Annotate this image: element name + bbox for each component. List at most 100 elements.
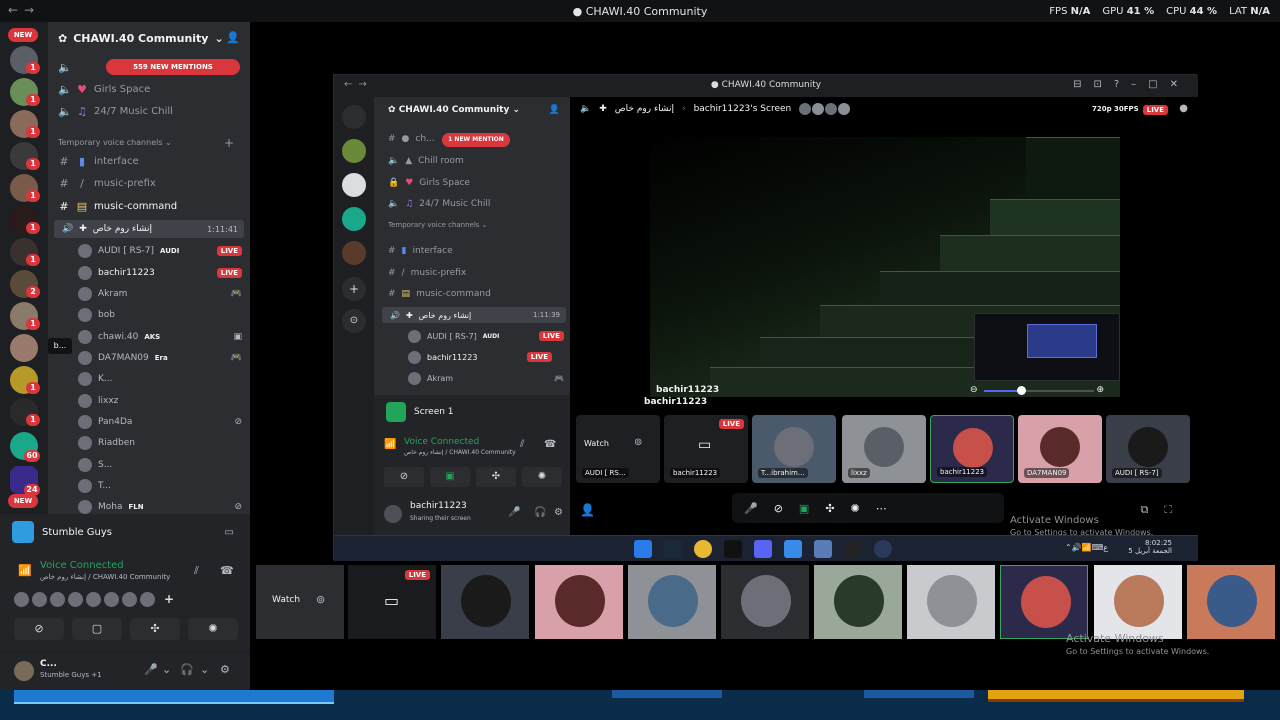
watch-label[interactable]: Watch bbox=[272, 595, 300, 605]
voice-member[interactable]: K... bbox=[78, 371, 242, 387]
voice-member[interactable]: Moha FLN ⊘ bbox=[78, 499, 242, 515]
microphone-icon[interactable]: 🎤 bbox=[144, 663, 158, 676]
screen-share-icon[interactable]: ▭ bbox=[225, 527, 234, 538]
noise-suppression-icon[interactable]: ⫽ bbox=[194, 564, 199, 578]
gear-icon[interactable]: ⚙ bbox=[220, 663, 230, 676]
gamepad-icon: 🎮 bbox=[230, 353, 242, 363]
voice-channel-girls-space[interactable]: 🔈 ♥ Girls Space bbox=[58, 80, 150, 98]
speaker-icon: 🔊 bbox=[390, 310, 400, 320]
voice-member[interactable]: Pan4Da ⊘ bbox=[78, 414, 242, 430]
voice-member[interactable]: bob bbox=[78, 307, 242, 323]
avatar[interactable] bbox=[14, 661, 34, 681]
voice-member[interactable]: lixxz bbox=[78, 393, 242, 409]
text-channel-music-prefix[interactable]: # / music-prefix bbox=[58, 174, 155, 192]
share-screen-button[interactable]: ▢ bbox=[72, 618, 122, 640]
channel-name: music-command bbox=[94, 200, 178, 212]
avatar bbox=[408, 329, 421, 343]
scroll-icon: ▤ bbox=[401, 289, 411, 299]
speaker-icon: 🔈 bbox=[388, 156, 400, 166]
soundboard-button[interactable]: ✺ bbox=[188, 618, 238, 640]
participant-tile[interactable] bbox=[535, 565, 623, 639]
avatar bbox=[78, 500, 92, 514]
avatar bbox=[32, 592, 47, 607]
participant-tile[interactable] bbox=[628, 565, 716, 639]
inner-channel: 🔒 ♥ Girls Space bbox=[388, 178, 470, 188]
badge: 1 bbox=[26, 382, 40, 394]
add-member-icon[interactable]: 👤 bbox=[226, 31, 240, 44]
popout-icon[interactable]: ⊚ bbox=[316, 593, 325, 606]
badge: 1 bbox=[26, 94, 40, 106]
voice-status[interactable]: Voice Connected bbox=[40, 560, 124, 571]
participant-tile[interactable] bbox=[441, 565, 529, 639]
chrome-icon bbox=[694, 540, 712, 558]
server-icon[interactable] bbox=[10, 334, 38, 362]
add-activity-icon[interactable]: + bbox=[164, 592, 174, 607]
inner-voice-controls: ⊘ ▣ ✣ ✺ bbox=[384, 467, 562, 487]
watch-tile[interactable]: Watch ⊚ bbox=[256, 565, 344, 639]
inner-channel: # ▮ interface bbox=[388, 246, 453, 256]
avatar bbox=[78, 308, 92, 322]
chat-icon: ● bbox=[1179, 103, 1188, 114]
server-header[interactable]: ✿ CHAWI.40 Community ⌄ 👤 bbox=[48, 22, 250, 54]
text-channel-interface[interactable]: # ▮ interface bbox=[58, 152, 138, 170]
discord-icon bbox=[754, 540, 772, 558]
participant-tile[interactable] bbox=[1094, 565, 1182, 639]
camera-off-button[interactable]: ⊘ bbox=[14, 618, 64, 640]
voice-channel[interactable]: 🔈 bbox=[58, 58, 72, 76]
zoom-fill bbox=[984, 390, 1020, 392]
stream-tile[interactable]: LIVE ▭ bbox=[348, 565, 436, 639]
zoom-slider: ⊖ ⊕ bbox=[970, 385, 1110, 397]
disconnect-icon[interactable]: ☎ bbox=[220, 564, 234, 577]
avatar bbox=[86, 592, 101, 607]
new-mentions-pill[interactable]: 559 NEW MENTIONS bbox=[106, 59, 240, 75]
member-tag: Era bbox=[154, 354, 168, 362]
activate-windows-watermark: Activate Windows Go to Settings to activa… bbox=[1066, 632, 1210, 656]
activity-card[interactable]: Stumble Guys ▭ bbox=[0, 514, 250, 550]
participant-tile[interactable] bbox=[814, 565, 902, 639]
voice-member[interactable]: Riadben bbox=[78, 435, 242, 451]
system-tray: ⌃🔊📶⌨ع bbox=[1065, 543, 1108, 552]
avatar bbox=[78, 436, 92, 450]
voice-member[interactable]: S... bbox=[78, 457, 242, 473]
inner-window-title: ● CHAWI.40 Community bbox=[710, 80, 822, 90]
gamepad-icon: 🎮 bbox=[554, 373, 564, 383]
participant-tile[interactable] bbox=[1187, 565, 1275, 639]
activities-button[interactable]: ✣ bbox=[130, 618, 180, 640]
hash-icon: # bbox=[388, 246, 396, 256]
stream-step bbox=[940, 235, 1120, 271]
muted-icon: ⊘ bbox=[234, 502, 242, 512]
avatar bbox=[408, 350, 421, 364]
new-pill: NEW bbox=[8, 494, 38, 508]
voice-member[interactable]: AUDI [ RS-7] AUDI LIVE bbox=[78, 243, 242, 259]
avatar bbox=[1207, 575, 1257, 627]
avatar bbox=[408, 371, 421, 385]
chevron-down-icon[interactable]: ⌄ bbox=[200, 663, 209, 676]
headphones-icon[interactable]: 🎧 bbox=[180, 663, 194, 676]
fps-stat: FPS N/A bbox=[1049, 6, 1091, 17]
text-channel-music-command[interactable]: # ▤ music-command bbox=[58, 197, 177, 215]
avatar bbox=[774, 427, 814, 467]
voice-member[interactable]: bachir11223 LIVE bbox=[78, 265, 242, 281]
active-voice-channel[interactable]: 🔊 ✚ إنشاء روم خاص 1:11:41 bbox=[54, 220, 244, 238]
voice-member[interactable]: chawi.40 AKS ▣ bbox=[78, 329, 242, 345]
inner-member: Akram 🎮 bbox=[408, 370, 564, 386]
add-channel-icon[interactable]: + bbox=[224, 136, 234, 150]
participant-tile[interactable] bbox=[1000, 565, 1088, 639]
inner-tile-user: bachir11223 bbox=[930, 415, 1014, 483]
inner-stream-view: 🔈 ✚ إنشاء روم خاص › bachir11223's Screen… bbox=[570, 97, 1198, 537]
voice-channel-music-chill[interactable]: 🔈 ♫ 24/7 Music Chill bbox=[58, 102, 173, 120]
inner-channel: # ▤ music-command bbox=[388, 289, 491, 299]
phone-icon: ▮ bbox=[78, 154, 86, 168]
participant-tile[interactable] bbox=[721, 565, 809, 639]
chevron-down-icon[interactable]: ⌄ bbox=[162, 663, 171, 676]
server-icon bbox=[342, 241, 366, 265]
inner-mention-pill: 1 NEW MENTION bbox=[442, 133, 510, 147]
participant-tile[interactable] bbox=[907, 565, 995, 639]
voice-member[interactable]: Akram 🎮 bbox=[78, 286, 242, 302]
music-note-icon: ♫ bbox=[77, 104, 87, 118]
voice-member[interactable]: DA7MAN09 Era 🎮 bbox=[78, 350, 242, 366]
avatar bbox=[953, 428, 993, 468]
voice-member[interactable]: T... bbox=[78, 478, 242, 494]
category-header[interactable]: Temporary voice channels ⌄ + bbox=[58, 136, 242, 150]
server-icon bbox=[342, 207, 366, 231]
